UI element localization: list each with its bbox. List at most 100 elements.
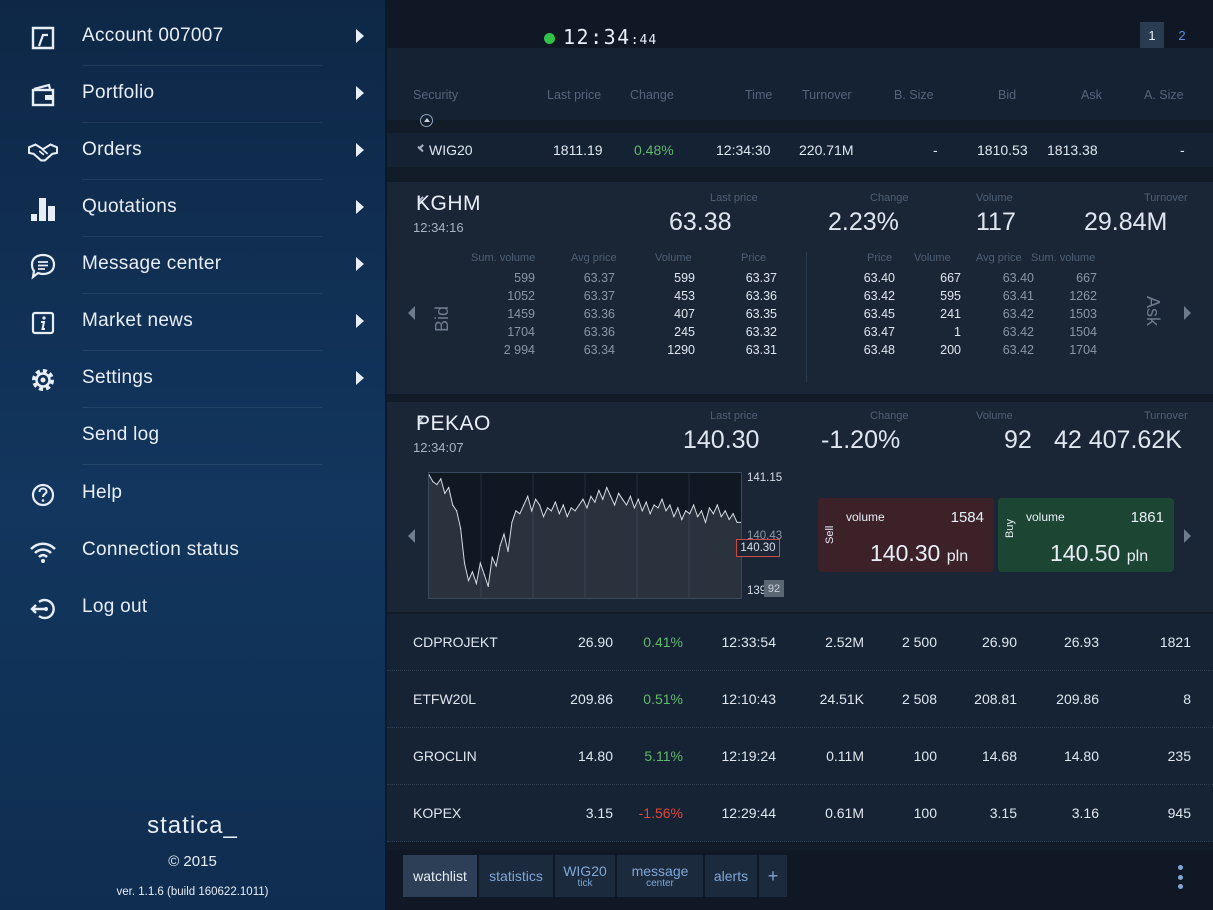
sidebar-item-log-out[interactable]: Log out <box>0 580 385 637</box>
table-row[interactable]: ETFW20L 209.86 0.51% 12:10:43 24.51K 2 508 208… <box>387 671 1213 728</box>
cell-ask: 26.93 <box>1063 634 1099 650</box>
sidebar-item-label: Send log <box>82 424 160 445</box>
sidebar-item-portfolio[interactable]: Portfolio <box>0 66 385 123</box>
tab-statistics[interactable]: statistics <box>479 855 553 897</box>
price-chart[interactable] <box>428 472 742 599</box>
tab-sublabel: tick <box>577 878 593 889</box>
sidebar-item-quotations[interactable]: Quotations <box>0 180 385 237</box>
cell-change: 0.51% <box>643 691 683 707</box>
chart-point <box>657 507 659 509</box>
cell-time: 12:29:44 <box>721 805 777 821</box>
tab-wig20-tick[interactable]: WIG20 tick <box>555 855 615 897</box>
table-row[interactable]: KOPEX 3.15 -1.56% 12:29:44 0.61M 100 3.15 3.16 9… <box>387 785 1213 842</box>
chart-point <box>606 486 608 489</box>
chart-point <box>432 481 434 483</box>
more-vertical-icon[interactable] <box>1178 865 1183 889</box>
ask-avg-price: 63.41 <box>1002 289 1034 303</box>
sidebar-item-connection-status[interactable]: Connection status <box>0 523 385 580</box>
cell-bid: 14.68 <box>981 748 1017 764</box>
chart-point <box>491 556 493 558</box>
table-row[interactable]: GROCLIN 14.80 5.11% 12:19:24 0.11M 100 14.68 14… <box>387 728 1213 785</box>
table-row[interactable]: CDPROJEKT 26.90 0.41% 12:33:54 2.52M 2 500 26.… <box>387 614 1213 671</box>
ask-sum-volume: 1503 <box>1069 307 1097 321</box>
quote-panel-kghm[interactable]: KGHM 12:34:16 Last price 63.38 Change 2.… <box>387 182 1213 394</box>
chevron-right-icon[interactable] <box>1184 529 1191 543</box>
cell-a-size: 8 <box>1183 691 1191 707</box>
sell-button[interactable]: Sell volume 1584 140.30 pln <box>818 498 994 572</box>
ask-avg-price: 63.42 <box>1002 343 1034 357</box>
sidebar-item-label: Account 007007 <box>82 25 224 46</box>
label-last-price: Last price <box>710 410 758 422</box>
col-header-ask[interactable]: Ask <box>1081 88 1102 102</box>
sidebar-item-label: Orders <box>82 139 142 160</box>
add-tab-button[interactable]: + <box>759 855 787 897</box>
chart-point <box>511 521 513 524</box>
buy-side-label: Buy <box>1004 519 1016 538</box>
chart-point <box>475 582 477 585</box>
cell-ask: 14.80 <box>1063 748 1099 764</box>
bid-sum-volume: 1459 <box>507 307 535 321</box>
table-row-wig20[interactable]: WIG20 1811.19 0.48% 12:34:30 220.71M - 1… <box>387 133 1213 167</box>
sell-side-label: Sell <box>824 525 836 544</box>
sidebar-item-orders[interactable]: Orders <box>0 123 385 180</box>
ask-volume: 241 <box>940 307 961 321</box>
time: 12:34:30 <box>716 142 771 158</box>
tab-message-center[interactable]: message center <box>617 855 703 897</box>
chevron-left-icon[interactable] <box>408 306 415 320</box>
cell-change: -1.56% <box>638 805 683 821</box>
cell-ask: 3.16 <box>1071 805 1099 821</box>
chart-point <box>724 510 726 512</box>
cell-time: 12:19:24 <box>721 748 777 764</box>
col-header-turnover[interactable]: Turnover <box>802 88 852 102</box>
sidebar-item-market-news[interactable]: Market news <box>0 294 385 351</box>
chart-point <box>720 516 722 518</box>
tab-alerts[interactable]: alerts <box>705 855 757 897</box>
top-bar: 12:34:44 1 2 <box>387 0 1213 49</box>
chevron-left-icon[interactable] <box>408 529 415 543</box>
tab-label: statistics <box>489 868 543 884</box>
sidebar-item-settings[interactable]: Settings <box>0 351 385 408</box>
ask-avg-price: 63.42 <box>1002 307 1034 321</box>
col-header-security[interactable]: Security <box>413 88 458 102</box>
chart-point <box>708 507 711 509</box>
tab-watchlist[interactable]: watchlist <box>403 855 477 897</box>
sort-ascending-icon[interactable] <box>420 114 433 127</box>
cell-last-price: 209.86 <box>570 691 613 707</box>
col-header-change[interactable]: Change <box>630 88 674 102</box>
sidebar-item-label: Log out <box>82 596 148 617</box>
account-icon <box>28 23 58 53</box>
chart-point <box>562 504 564 506</box>
buy-button[interactable]: Buy volume 1861 140.50 pln <box>998 498 1174 572</box>
col-header-a-size[interactable]: A. Size <box>1144 88 1184 102</box>
last-price-value: 63.38 <box>669 208 732 236</box>
sidebar-item-help[interactable]: Help <box>0 466 385 523</box>
turnover-value: 42 407.62K <box>1054 426 1182 454</box>
sidebar-item-send-log[interactable]: Send log <box>0 408 385 465</box>
page-button-2[interactable]: 2 <box>1170 22 1194 48</box>
chart-point <box>459 527 462 529</box>
chevron-right-icon[interactable] <box>1184 306 1191 320</box>
cell-name: CDPROJEKT <box>413 634 498 650</box>
chart-point <box>495 565 497 567</box>
chart-point <box>582 498 584 500</box>
ob-header-avg-price: Avg price <box>976 252 1022 264</box>
cell-name: GROCLIN <box>413 748 477 764</box>
col-header-time[interactable]: Time <box>745 88 772 102</box>
page-button-1[interactable]: 1 <box>1140 22 1164 48</box>
app-window: Account 007007 Portfolio Orders Quotatio… <box>0 0 1213 910</box>
col-header-bid[interactable]: Bid <box>998 88 1016 102</box>
col-header-last-price[interactable]: Last price <box>547 88 601 102</box>
ask-sum-volume: 1262 <box>1069 289 1097 303</box>
col-header-b-size[interactable]: B. Size <box>894 88 934 102</box>
chart-point <box>515 510 517 512</box>
buy-volume-label: volume <box>1026 510 1065 524</box>
ob-header-sum-volume: Sum. volume <box>471 252 536 264</box>
sidebar-item-message-center[interactable]: Message center <box>0 237 385 294</box>
chart-point <box>590 495 592 497</box>
sidebar-item-account[interactable]: Account 007007 <box>0 9 385 66</box>
tab-label: alerts <box>713 868 749 884</box>
label-volume: Volume <box>976 410 1013 422</box>
cell-name: ETFW20L <box>413 691 477 707</box>
chart-point <box>542 516 545 518</box>
chart-point <box>487 585 489 587</box>
